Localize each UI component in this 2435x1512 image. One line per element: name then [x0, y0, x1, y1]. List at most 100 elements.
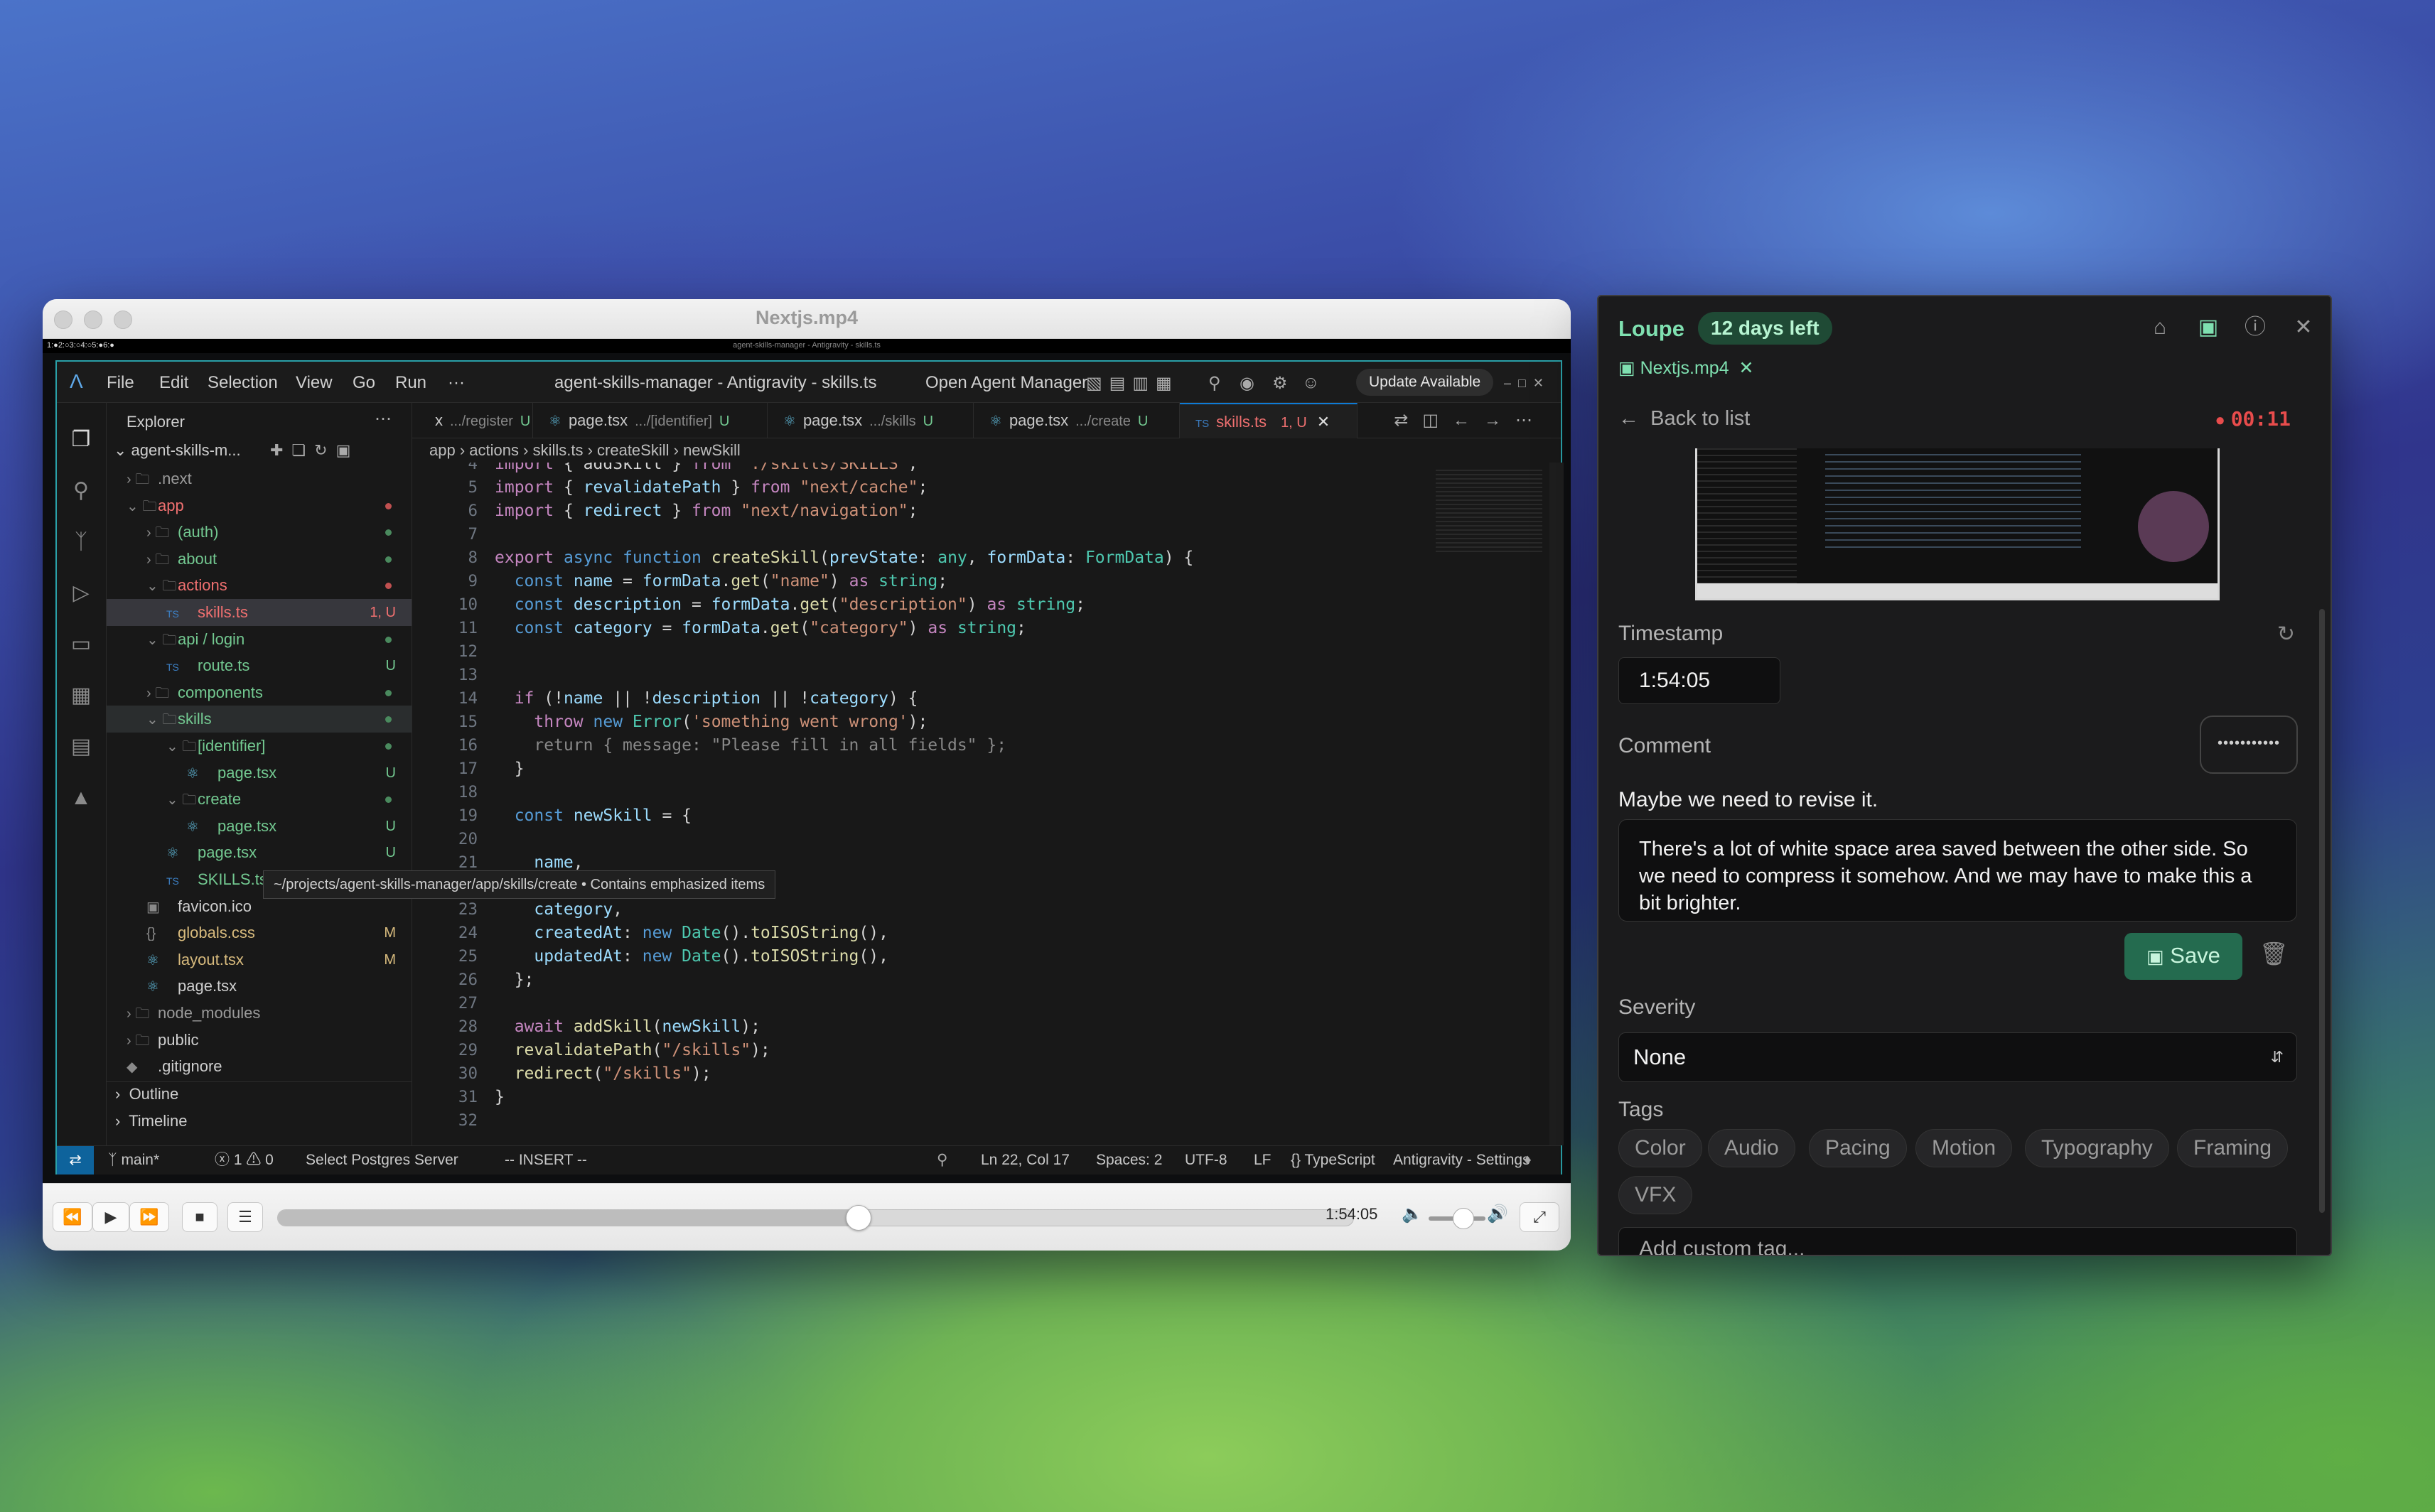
editor-tab[interactable]: ⚛ page.tsx .../[identifier] U	[533, 403, 768, 438]
severity-select[interactable]: None ⇵	[1618, 1032, 2297, 1082]
minimap[interactable]	[1436, 470, 1542, 555]
editor-tab[interactable]: ⚛ page.tsx .../create U	[974, 403, 1180, 438]
menu-go[interactable]: Go	[353, 373, 375, 393]
notifications-icon[interactable]: ♦	[1524, 1146, 1532, 1174]
editor-actions-icons[interactable]: ⇄◫←→⋯	[1394, 410, 1547, 431]
tree-item[interactable]: › 🗀 components	[107, 679, 412, 706]
extensions-icon[interactable]: ▦	[68, 683, 94, 708]
breadcrumb-item[interactable]: newSkill	[683, 441, 741, 459]
timestamp-input[interactable]: 1:54:05	[1618, 657, 1780, 704]
tree-item[interactable]: ⌄ 🗀app	[107, 492, 412, 519]
layout-toggle-icons[interactable]: ▧▤▥▦	[1086, 373, 1179, 394]
indentation[interactable]: Spaces: 2	[1096, 1146, 1162, 1174]
ide-window-controls[interactable]: –□✕	[1504, 376, 1551, 391]
tree-item[interactable]: ⚛ page.tsx	[107, 973, 412, 1000]
code-editor[interactable]: 4 import { addSkill } from "./skills/SKIL…	[412, 463, 1564, 1145]
volume-high-icon[interactable]: 🔊	[1487, 1204, 1508, 1224]
tag-audio[interactable]: Audio	[1708, 1129, 1795, 1167]
tree-item[interactable]: › 🗀 .next	[107, 465, 412, 492]
tag-typography[interactable]: Typography	[2025, 1129, 2169, 1167]
seek-bar-knob[interactable]	[846, 1205, 872, 1231]
encoding[interactable]: UTF-8	[1185, 1146, 1227, 1174]
menu-edit[interactable]: Edit	[159, 373, 188, 393]
tree-item[interactable]: ⚛ page.tsx U	[107, 813, 412, 840]
tree-item[interactable]: ⌄ 🗀create	[107, 786, 412, 813]
volume-low-icon[interactable]: 🔈	[1402, 1204, 1423, 1224]
breadcrumb-item[interactable]: actions	[469, 441, 519, 459]
menu-view[interactable]: View	[296, 373, 333, 393]
remote-indicator-icon[interactable]: ⇄	[57, 1146, 94, 1174]
explorer-actions-icons[interactable]: ✚❏↻▣	[270, 441, 359, 460]
database-icon[interactable]: ▤	[68, 734, 94, 760]
panel-scrollbar[interactable]	[2319, 609, 2325, 1213]
frame-thumbnail[interactable]	[1695, 448, 2220, 600]
remote-explorer-icon[interactable]: ▭	[68, 632, 94, 657]
update-available-button[interactable]: Update Available	[1356, 369, 1494, 396]
home-icon[interactable]: ⌂	[2146, 313, 2174, 342]
source-control-icon[interactable]: ᛉ	[68, 529, 94, 555]
search-icon[interactable]: ⚲	[1208, 373, 1221, 394]
stop-button[interactable]: ■	[182, 1202, 217, 1232]
close-file-icon[interactable]: ✕	[1739, 358, 1754, 378]
line-ending[interactable]: LF	[1254, 1146, 1272, 1174]
rewind-button[interactable]: ⏪	[53, 1202, 92, 1232]
menu-more[interactable]: ···	[448, 373, 465, 393]
seek-bar[interactable]	[277, 1205, 1354, 1231]
menu-selection[interactable]: Selection	[208, 373, 278, 393]
menu-run[interactable]: Run	[395, 373, 426, 393]
menu-file[interactable]: File	[107, 373, 134, 393]
tree-item[interactable]: ⚛ page.tsx U	[107, 839, 412, 866]
editor-tab[interactable]: TS skills.ts 1, U ✕	[1180, 403, 1358, 438]
lock-icon[interactable]: ▣	[2194, 313, 2222, 342]
custom-tag-input[interactable]: Add custom tag...	[1618, 1227, 2297, 1255]
volume-knob[interactable]	[1453, 1208, 1474, 1229]
tree-item[interactable]: › 🗀 about	[107, 546, 412, 573]
search-icon[interactable]: ⚲	[68, 478, 94, 504]
breadcrumb-item[interactable]: createSkill	[597, 441, 669, 459]
tree-item[interactable]: TS route.ts U	[107, 652, 412, 679]
timeline-section[interactable]: › Timeline	[107, 1108, 412, 1135]
language-mode[interactable]: {} TypeScript	[1291, 1146, 1375, 1174]
back-to-list-link[interactable]: ← Back to list	[1618, 407, 1750, 431]
agent-icon[interactable]: ▲	[68, 785, 94, 811]
tree-item[interactable]: TS skills.ts 1, U	[107, 599, 412, 626]
tag-motion[interactable]: Motion	[1915, 1129, 2013, 1167]
editor-tab[interactable]: ⚛ page.tsx .../skills U	[768, 403, 974, 438]
help-icon[interactable]: ⓘ	[2241, 313, 2269, 342]
tree-item[interactable]: ⌄ 🗀skills	[107, 706, 412, 733]
tag-pacing[interactable]: Pacing	[1809, 1129, 1907, 1167]
refresh-timestamp-icon[interactable]: ↻	[2277, 622, 2295, 647]
save-button[interactable]: ▣ Save	[2124, 933, 2242, 980]
account-icon[interactable]: ☺	[1302, 373, 1320, 393]
tree-item[interactable]: ◆ .gitignore	[107, 1053, 412, 1080]
tree-item[interactable]: ⚛ layout.tsx M	[107, 946, 412, 973]
project-root[interactable]: ⌄ agent-skills-m...	[114, 441, 241, 460]
tag-vfx[interactable]: VFX	[1618, 1176, 1693, 1214]
open-agent-manager-button[interactable]: Open Agent Manager	[925, 373, 1087, 393]
zoom-icon[interactable]: ⚲	[937, 1146, 947, 1174]
file-tab[interactable]: ▣ Nextjs.mp4 ✕	[1618, 357, 1753, 379]
fast-forward-button[interactable]: ⏩	[129, 1202, 169, 1232]
postgres-server-item[interactable]: Select Postgres Server	[306, 1146, 458, 1174]
editor-scrollbar[interactable]	[1549, 463, 1564, 1145]
play-button[interactable]: ▶	[92, 1202, 129, 1232]
comment-textarea[interactable]: There's a lot of white space area saved …	[1618, 819, 2297, 922]
explorer-more-icon[interactable]: ⋯	[375, 409, 392, 429]
tag-framing[interactable]: Framing	[2177, 1129, 2289, 1167]
breadcrumb-item[interactable]: skills.ts	[533, 441, 584, 459]
fullscreen-button[interactable]: ⤢	[1520, 1202, 1559, 1232]
close-tab-icon[interactable]: ✕	[1317, 413, 1330, 431]
tree-item[interactable]: ⌄ 🗀api / login	[107, 626, 412, 653]
tree-item[interactable]: ⚛ page.tsx U	[107, 760, 412, 787]
tree-item[interactable]: › 🗀 public	[107, 1027, 412, 1054]
tag-color[interactable]: Color	[1618, 1129, 1702, 1167]
tree-item[interactable]: › 🗀 node_modules	[107, 1000, 412, 1027]
breadcrumb-item[interactable]: app	[429, 441, 456, 459]
settings-item[interactable]: Antigravity - Settings	[1393, 1146, 1530, 1174]
voice-record-icon[interactable]: •••••••••••	[2200, 716, 2298, 774]
run-debug-icon[interactable]: ▷	[68, 580, 94, 606]
tree-item[interactable]: ⌄ 🗀[identifier]	[107, 733, 412, 760]
outline-section[interactable]: › Outline	[107, 1081, 412, 1108]
playlist-button[interactable]: ☰	[227, 1202, 263, 1232]
close-icon[interactable]: ✕	[2289, 313, 2318, 342]
